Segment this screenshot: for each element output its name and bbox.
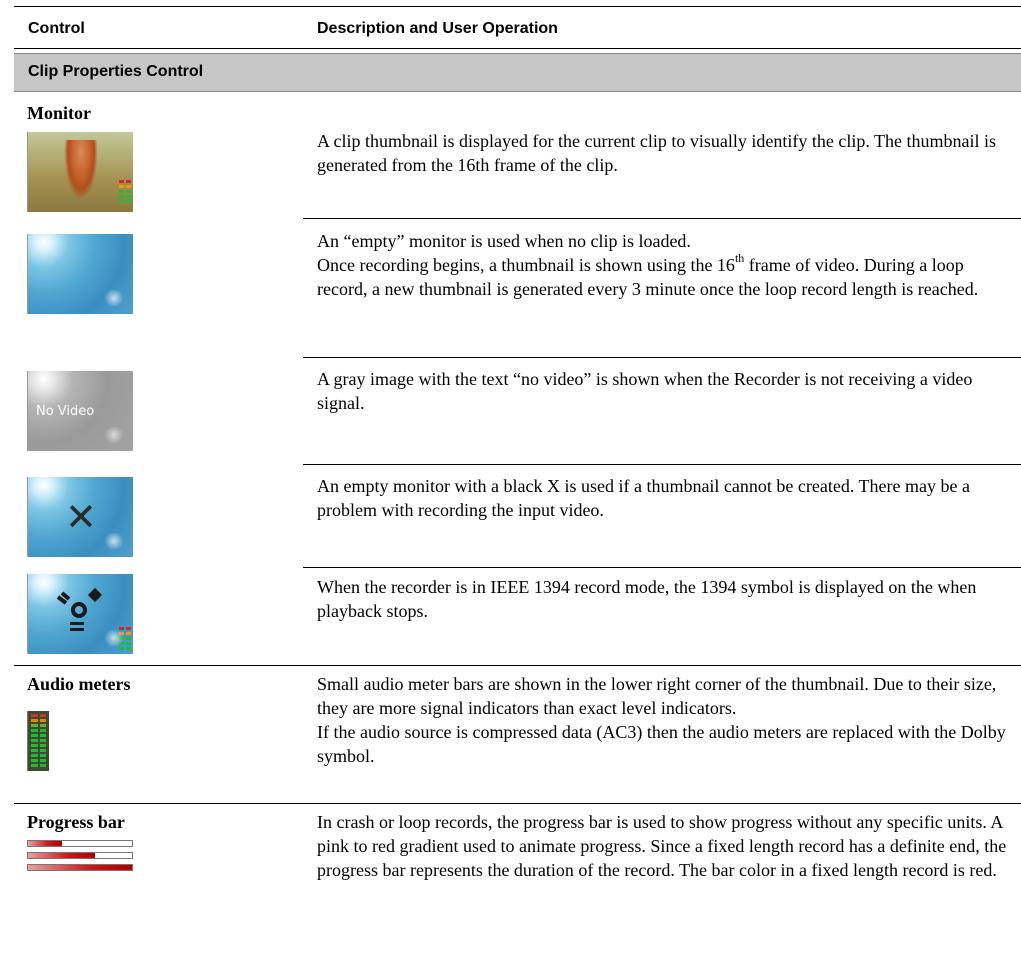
thumbnail-audio-meter-icon: [119, 180, 131, 210]
empty-monitor-description: An “empty” monitor is used when no clip …: [317, 229, 1017, 301]
thumbnail-audio-meter-icon: [119, 627, 131, 650]
empty-monitor-line2: Once recording begins, a thumbnail is sh…: [317, 251, 979, 299]
no-video-description: A gray image with the text “no video” is…: [317, 369, 973, 413]
monitor-label: Monitor: [27, 103, 91, 123]
row-divider: [14, 803, 1021, 804]
progress-fill: [28, 853, 95, 858]
black-x-thumbnail-icon: ✕: [27, 477, 133, 557]
row-divider: [303, 464, 1021, 465]
black-x-description: An empty monitor with a black X is used …: [317, 476, 970, 520]
audio-meter-icon: [27, 711, 49, 771]
audio-meters-label: Audio meters: [27, 674, 131, 694]
description-column-header: Description and User Operation: [317, 20, 558, 37]
row-divider: [303, 567, 1021, 568]
ieee-1394-thumbnail-icon: [27, 574, 133, 654]
row-divider: [14, 665, 1021, 666]
row-divider: [303, 357, 1021, 358]
empty-monitor-thumbnail-icon: [27, 234, 133, 314]
no-video-overlay-text: No Video: [36, 404, 95, 419]
row-divider: [303, 218, 1021, 219]
progress-bar-sample: [27, 852, 133, 859]
monitor-clip-description: A clip thumbnail is displayed for the cu…: [317, 131, 997, 175]
progress-fill: [28, 841, 63, 846]
control-column-header: Control: [28, 20, 85, 37]
progress-bar-sample: [27, 840, 133, 847]
child-photo-thumbnail-icon: [27, 132, 133, 212]
close-x-icon: ✕: [65, 495, 97, 539]
audio-meters-description: Small audio meter bars are shown in the …: [317, 672, 1017, 768]
empty-monitor-line1: An “empty” monitor is used when no clip …: [317, 231, 691, 251]
ieee-1394-description: When the recorder is in IEEE 1394 record…: [317, 577, 977, 621]
no-video-thumbnail-icon: No Video: [27, 371, 133, 451]
firewire-symbol-icon: [56, 587, 103, 631]
audio-meters-line2: If the audio source is compressed data (…: [317, 722, 1006, 766]
progress-fill: [28, 865, 132, 870]
progress-bar-icon: [27, 840, 133, 876]
section-title: Clip Properties Control: [28, 63, 204, 80]
section-header: Clip Properties Control: [14, 53, 1021, 92]
progress-bar-sample: [27, 864, 133, 871]
table-header: Control Description and User Operation: [14, 6, 1021, 49]
audio-meters-line1: Small audio meter bars are shown in the …: [317, 674, 997, 718]
progress-bar-label: Progress bar: [27, 812, 125, 832]
progress-bar-description: In crash or loop records, the progress b…: [317, 812, 1007, 880]
